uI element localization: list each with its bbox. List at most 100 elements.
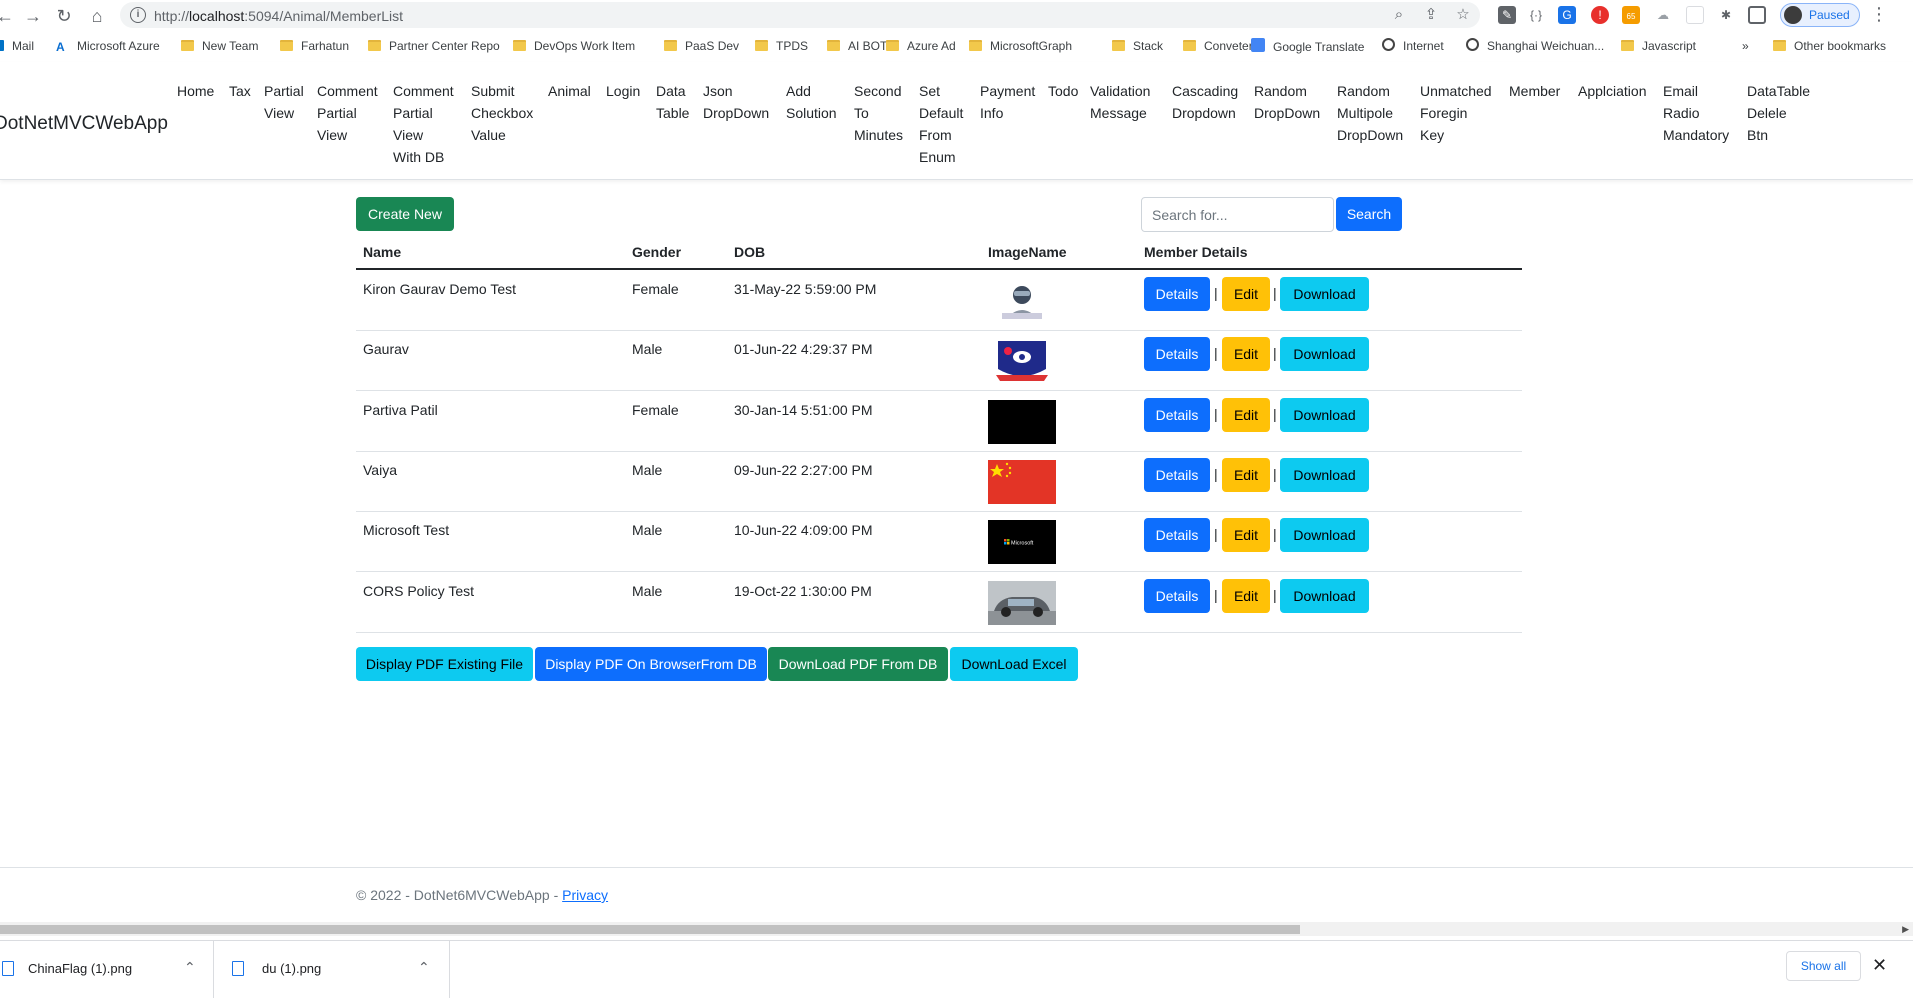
details-button[interactable]: Details <box>1144 337 1210 371</box>
scrollbar-thumb[interactable] <box>0 925 1300 934</box>
download-item[interactable]: ChinaFlag (1).png ⌃ <box>0 941 214 998</box>
bookmark-item[interactable]: MicrosoftGraph <box>969 38 1072 56</box>
chevron-up-icon[interactable]: ⌃ <box>418 959 430 976</box>
details-button[interactable]: Details <box>1144 398 1210 432</box>
bookmark-item[interactable]: Internet <box>1382 38 1444 56</box>
extensions-icon[interactable]: ✱ <box>1717 6 1735 24</box>
search-input[interactable] <box>1141 197 1334 232</box>
nav-link[interactable]: Comment Partial View With DB <box>393 80 454 168</box>
sidepanel-icon[interactable] <box>1748 6 1766 24</box>
extension-brackets-icon[interactable]: {·} <box>1527 6 1545 24</box>
search-button[interactable]: Search <box>1336 197 1402 231</box>
address-bar[interactable]: i http://localhost:5094/Animal/MemberLis… <box>120 2 1480 28</box>
edit-button[interactable]: Edit <box>1222 398 1270 432</box>
star-icon[interactable]: ☆ <box>1454 6 1472 24</box>
bookmark-item[interactable]: Google Translate <box>1251 38 1364 56</box>
nav-link[interactable]: Json DropDown <box>703 80 769 124</box>
download-button[interactable]: Download <box>1280 398 1369 432</box>
download-excel-button[interactable]: DownLoad Excel <box>950 647 1078 681</box>
nav-link[interactable]: Submit Checkbox Value <box>471 80 533 146</box>
nav-link[interactable]: Applciation <box>1578 80 1647 102</box>
bookmark-item[interactable]: DevOps Work Item <box>513 38 635 56</box>
display-pdf-existing-file-button[interactable]: Display PDF Existing File <box>356 647 533 681</box>
bookmark-item[interactable]: Partner Center Repo <box>368 38 500 56</box>
translate-extension-icon[interactable]: G <box>1558 6 1576 24</box>
download-button[interactable]: Download <box>1280 277 1369 311</box>
details-button[interactable]: Details <box>1144 579 1210 613</box>
bookmark-item[interactable]: Javascript <box>1621 38 1696 56</box>
nav-link[interactable]: Partial View <box>264 80 304 124</box>
chevron-up-icon[interactable]: ⌃ <box>184 959 196 976</box>
nav-link[interactable]: Random Multipole DropDown <box>1337 80 1403 146</box>
nav-link[interactable]: Validation Message <box>1090 80 1150 124</box>
reload-icon[interactable]: ↻ <box>53 5 75 27</box>
zoom-icon[interactable]: ⌕ <box>1390 6 1408 24</box>
nav-link[interactable]: Login <box>606 80 640 102</box>
nav-link[interactable]: Payment Info <box>980 80 1035 124</box>
scroll-right-icon[interactable]: ▶ <box>1902 922 1909 936</box>
forward-icon[interactable]: → <box>22 5 44 27</box>
bookmark-item[interactable]: A Microsoft Azure <box>56 38 160 56</box>
nav-link[interactable]: Member <box>1509 80 1560 102</box>
download-pdf-from-db-button[interactable]: DownLoad PDF From DB <box>768 647 948 681</box>
bookmark-item[interactable]: New Team <box>181 38 258 56</box>
create-new-button[interactable]: Create New <box>356 197 454 231</box>
bookmark-item[interactable]: TPDS <box>755 38 808 56</box>
brand-link[interactable]: DotNetMVCWebApp <box>0 113 168 135</box>
home-icon[interactable]: ⌂ <box>86 5 108 27</box>
nav-link[interactable]: Comment Partial View <box>317 80 378 146</box>
bookmarks-overflow-button[interactable]: » <box>1742 38 1749 56</box>
bookmark-item[interactable]: PaaS Dev <box>664 38 739 56</box>
other-bookmarks[interactable]: Other bookmarks <box>1773 38 1886 56</box>
nav-link[interactable]: Email Radio Mandatory <box>1663 80 1729 146</box>
privacy-link[interactable]: Privacy <box>562 887 608 903</box>
edit-button[interactable]: Edit <box>1222 458 1270 492</box>
nav-link[interactable]: Home <box>177 80 214 102</box>
edit-button[interactable]: Edit <box>1222 277 1270 311</box>
download-button[interactable]: Download <box>1280 518 1369 552</box>
blank-extension-icon[interactable] <box>1686 6 1704 24</box>
details-button[interactable]: Details <box>1144 518 1210 552</box>
details-button[interactable]: Details <box>1144 458 1210 492</box>
download-button[interactable]: Download <box>1280 337 1369 371</box>
info-icon[interactable]: i <box>130 7 146 23</box>
bookmark-item[interactable]: AI BOT <box>827 38 887 56</box>
profile-button[interactable]: Paused <box>1780 3 1860 27</box>
nav-link[interactable]: Todo <box>1048 80 1078 102</box>
bookmark-item[interactable]: Mail <box>0 38 34 56</box>
bookmark-item[interactable]: Conveter <box>1183 38 1253 56</box>
nav-link[interactable]: Random DropDown <box>1254 80 1320 124</box>
nav-link[interactable]: Data Table <box>656 80 689 124</box>
extension-pen-icon[interactable]: ✎ <box>1498 6 1516 24</box>
bookmark-item[interactable]: Shanghai Weichuan... <box>1466 38 1604 56</box>
kebab-icon[interactable]: ⋮ <box>1870 4 1888 25</box>
download-item[interactable]: du (1).png ⌃ <box>214 941 450 998</box>
close-icon[interactable]: ✕ <box>1872 955 1887 976</box>
details-button[interactable]: Details <box>1144 277 1210 311</box>
horizontal-scrollbar[interactable]: ▶ <box>0 922 1913 936</box>
adblock-extension-icon[interactable]: ! <box>1591 6 1609 24</box>
edit-button[interactable]: Edit <box>1222 337 1270 371</box>
nav-link[interactable]: Animal <box>548 80 591 102</box>
bookmark-item[interactable]: Stack <box>1112 38 1163 56</box>
nav-link[interactable]: Second To Minutes <box>854 80 903 146</box>
download-button[interactable]: Download <box>1280 458 1369 492</box>
nav-link[interactable]: Unmatched Foregin Key <box>1420 80 1492 146</box>
bookmark-item[interactable]: Azure Ad <box>886 38 956 56</box>
nav-link[interactable]: Tax <box>229 80 251 102</box>
edit-button[interactable]: Edit <box>1222 579 1270 613</box>
display-pdf-on-browser-button[interactable]: Display PDF On BrowserFrom DB <box>535 647 767 681</box>
show-all-button[interactable]: Show all <box>1786 951 1861 981</box>
cloud-extension-icon[interactable]: ☁ <box>1654 6 1672 24</box>
download-button[interactable]: Download <box>1280 579 1369 613</box>
nav-link[interactable]: DataTable Delele Btn <box>1747 80 1810 146</box>
url-text[interactable]: http://localhost:5094/Animal/MemberList <box>154 8 403 24</box>
back-icon[interactable]: ← <box>0 5 16 27</box>
nav-link[interactable]: Add Solution <box>786 80 837 124</box>
edit-button[interactable]: Edit <box>1222 518 1270 552</box>
nav-link[interactable]: Cascading Dropdown <box>1172 80 1238 124</box>
share-icon[interactable]: ⇪ <box>1422 6 1440 24</box>
bookmark-item[interactable]: Farhatun <box>280 38 349 56</box>
badge-extension-icon[interactable]: 65 <box>1622 6 1640 24</box>
nav-link[interactable]: Set Default From Enum <box>919 80 963 168</box>
